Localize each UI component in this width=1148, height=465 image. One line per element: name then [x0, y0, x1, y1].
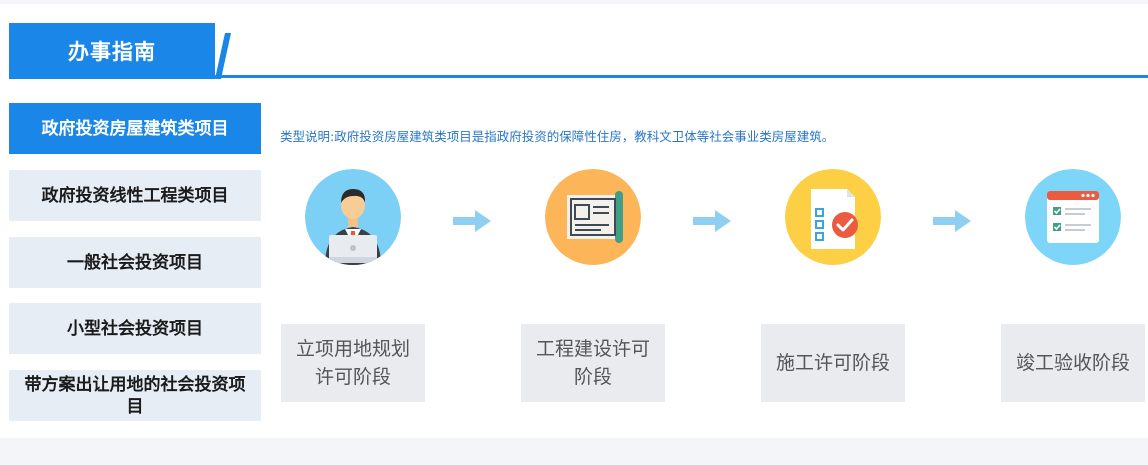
browser-checklist-icon	[1025, 169, 1121, 265]
step-construction-permit[interactable]: 工程建设许可阶段	[521, 324, 665, 402]
sidebar-item-label: 小型社会投资项目	[67, 318, 203, 339]
person-laptop-icon	[305, 169, 401, 265]
step-building-permit[interactable]: 施工许可阶段	[761, 324, 905, 402]
sidebar-item-label: 政府投资线性工程类项目	[41, 185, 229, 206]
guide-panel: 办事指南 政府投资房屋建筑类项目 政府投资线性工程类项目 一般社会投资项目 小型…	[0, 4, 1148, 438]
sidebar-item-label: 政府投资房屋建筑类项目	[41, 118, 229, 139]
step-label: 立项用地规划许可阶段	[295, 338, 410, 388]
header-underline	[9, 75, 1148, 78]
sidebar-item-small-social[interactable]: 小型社会投资项目	[9, 303, 261, 354]
step-completion-acceptance[interactable]: 竣工验收阶段	[1001, 324, 1145, 402]
sidebar-item-label: 一般社会投资项目	[67, 252, 203, 273]
header-tab: 办事指南	[9, 23, 215, 79]
sidebar-item-label: 带方案出让用地的社会投资项目	[24, 374, 246, 417]
type-description: 类型说明:政府投资房屋建筑类项目是指政府投资的保障性住房，教科文卫体等社会事业类…	[280, 129, 835, 144]
sidebar-item-government-linear[interactable]: 政府投资线性工程类项目	[9, 170, 261, 221]
step-label: 工程建设许可阶段	[535, 338, 650, 388]
arrow-right-icon	[933, 210, 971, 232]
section-header: 办事指南	[9, 23, 1148, 79]
sidebar-item-government-building[interactable]: 政府投资房屋建筑类项目	[9, 103, 261, 154]
header-slant-decoration	[215, 33, 231, 79]
step-label: 竣工验收阶段	[1015, 352, 1130, 374]
step-label: 施工许可阶段	[775, 352, 890, 374]
arrow-right-icon	[693, 210, 731, 232]
blueprint-icon	[545, 169, 641, 265]
checklist-document-icon	[785, 169, 881, 265]
sidebar-item-general-social[interactable]: 一般社会投资项目	[9, 237, 261, 288]
section-title: 办事指南	[68, 40, 156, 64]
arrow-right-icon	[453, 210, 491, 232]
step-approval-land-planning[interactable]: 立项用地规划许可阶段	[281, 324, 425, 402]
sidebar-item-land-with-plan[interactable]: 带方案出让用地的社会投资项目	[9, 370, 261, 421]
